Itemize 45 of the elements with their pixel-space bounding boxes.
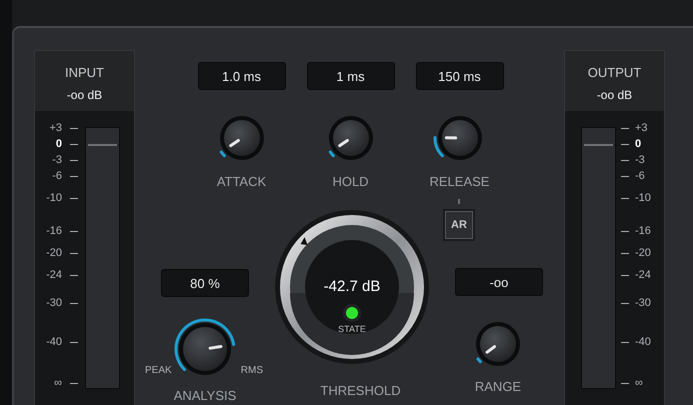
scale-label: -10 — [635, 192, 651, 204]
pointer-icon — [300, 237, 308, 246]
scale-label: 0 — [635, 138, 642, 150]
meter-reading: -oo dB — [66, 88, 102, 103]
threshold-value: -42.7 dB — [324, 278, 380, 295]
scale-label: -3 — [635, 154, 645, 166]
scale-label: ∞ — [54, 377, 62, 389]
scale-label: 0 — [56, 138, 62, 150]
scale-label: -6 — [635, 170, 645, 182]
scale-label: -20 — [635, 247, 651, 259]
scale-label: -24 — [46, 269, 62, 281]
meter-title: INPUT — [65, 65, 104, 80]
scale-label: -30 — [635, 297, 651, 309]
state-label: STATE — [338, 324, 366, 334]
meter-reading: -oo dB — [596, 88, 632, 103]
scale-label: -40 — [635, 336, 651, 348]
value-display[interactable]: 150 ms — [416, 62, 504, 90]
auto-release-button[interactable]: AR — [443, 209, 475, 241]
value-display[interactable]: 1 ms — [306, 62, 394, 90]
scale-label: ∞ — [635, 377, 643, 389]
value-display[interactable]: 1.0 ms — [198, 62, 286, 90]
scale-label: -30 — [46, 297, 62, 309]
scale-label: -3 — [52, 154, 62, 166]
state-led — [343, 304, 361, 322]
scale-label: -40 — [46, 336, 62, 348]
value-display[interactable]: -oo — [455, 268, 543, 296]
max-label: RMS — [240, 365, 263, 376]
knob-label: ANALYSIS — [174, 388, 236, 404]
knob-label: HOLD — [332, 174, 369, 190]
scale-label: -10 — [46, 192, 62, 204]
scale-label: -16 — [635, 225, 651, 237]
scale-label: -24 — [635, 269, 651, 281]
knob-label: ATTACK — [216, 174, 266, 190]
knob-label: RELEASE — [430, 174, 490, 190]
scale-label: -20 — [46, 247, 62, 259]
scale-label: -6 — [52, 170, 62, 182]
knob-label: THRESHOLD — [320, 383, 401, 399]
meter-title: OUTPUT — [588, 65, 642, 80]
threshold-dial[interactable] — [275, 210, 429, 364]
scale-label: +3 — [49, 122, 62, 134]
scale-label: +3 — [635, 122, 648, 134]
knob-label: RANGE — [474, 379, 522, 395]
min-label: PEAK — [145, 365, 172, 376]
scale-label: -16 — [46, 225, 62, 237]
value-display[interactable]: 80 % — [161, 269, 249, 297]
